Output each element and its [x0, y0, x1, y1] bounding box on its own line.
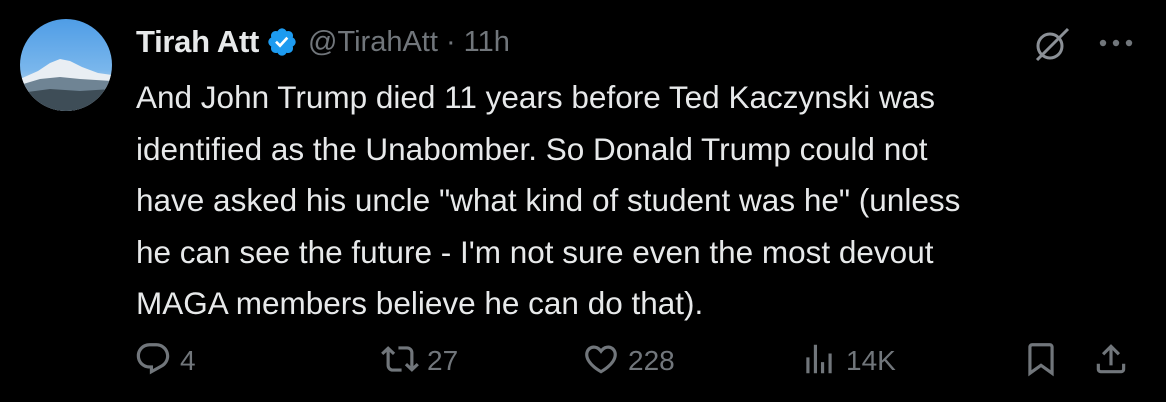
repost-button[interactable]: 27	[381, 338, 458, 384]
tweet-text: And John Trump died 11 years before Ted …	[136, 79, 961, 321]
avatar-mountain-image	[20, 59, 112, 111]
verified-badge-icon[interactable]	[266, 26, 298, 58]
like-button[interactable]: 228	[582, 338, 675, 384]
more-options-icon[interactable]	[1098, 36, 1134, 48]
views-count: 14K	[846, 345, 896, 376]
tweet-timestamp[interactable]: 11h	[464, 26, 510, 59]
heart-icon	[582, 340, 620, 383]
author-name[interactable]: Tirah Att	[136, 24, 259, 60]
share-button[interactable]	[1092, 338, 1130, 384]
bookmark-icon	[1022, 340, 1060, 383]
views-button[interactable]: 14K	[800, 338, 896, 384]
tweet-header: Tirah Att @TirahAtt · 11h	[136, 22, 510, 62]
repost-count: 27	[427, 345, 459, 376]
reply-count: 4	[180, 345, 196, 376]
views-icon	[800, 340, 838, 383]
repost-icon	[381, 340, 419, 383]
reply-icon	[134, 340, 172, 383]
bookmark-button[interactable]	[1022, 338, 1060, 384]
author-handle[interactable]: @TirahAtt	[308, 26, 438, 59]
like-count: 228	[628, 345, 675, 376]
grok-icon[interactable]	[1032, 24, 1072, 64]
share-icon	[1092, 340, 1130, 383]
avatar[interactable]	[20, 19, 112, 111]
tweet-actions: 4 27 228 14K	[0, 338, 1166, 384]
reply-button[interactable]: 4	[134, 338, 196, 384]
header-separator: ·	[445, 25, 456, 58]
